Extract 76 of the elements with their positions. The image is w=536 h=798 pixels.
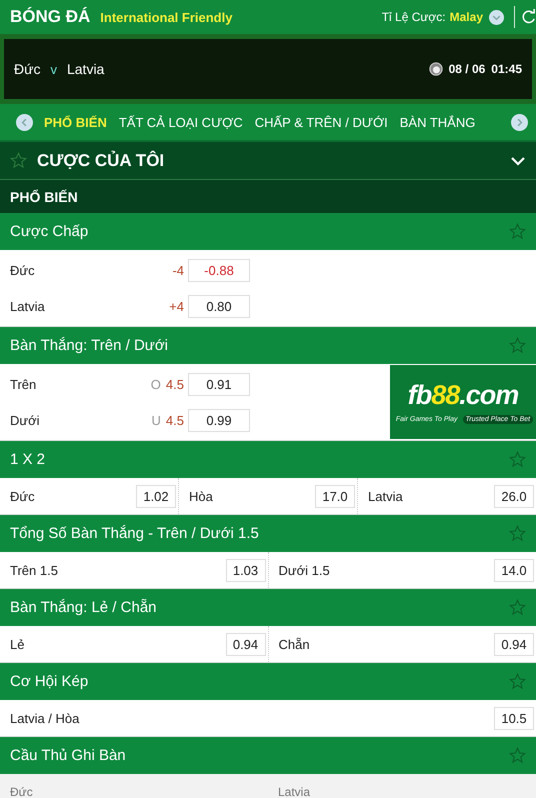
selection-name: Latvia / Hòa — [10, 710, 80, 726]
market-tab[interactable]: TẤT CẢ LOẠI CƯỢC — [114, 114, 248, 130]
market-title: 1 X 2 — [10, 451, 46, 468]
scroll-left-icon[interactable] — [16, 114, 33, 130]
handicap-line: -4 — [172, 262, 184, 278]
market-title: Cược Chấp — [10, 223, 88, 240]
market-tab[interactable]: CHẤP & TRÊN / DƯỚI — [250, 114, 393, 130]
odds-button[interactable]: -0.88 — [188, 258, 250, 282]
star-icon[interactable] — [509, 223, 526, 240]
scroll-right-icon[interactable] — [511, 114, 528, 130]
star-icon[interactable] — [509, 451, 526, 468]
away-team: Latvia — [66, 61, 104, 77]
odds-button[interactable]: 14.0 — [494, 558, 534, 582]
selection-name: Trên — [10, 376, 38, 392]
market-tab[interactable]: BÀN THẮNG — [394, 114, 480, 130]
selection-name: Latvia — [368, 488, 403, 504]
odds-button[interactable]: 1.03 — [226, 558, 266, 582]
versus-label: v — [50, 62, 57, 76]
selection-name: Hòa — [189, 488, 213, 504]
odds-label: Tỉ Lệ Cược: — [382, 10, 446, 24]
market-header[interactable]: Cầu Thủ Ghi Bàn — [0, 737, 536, 774]
sport-title: BÓNG ĐÁ — [10, 7, 90, 27]
star-icon[interactable] — [509, 599, 526, 616]
star-icon[interactable] — [509, 747, 526, 764]
match-time: 01:45 — [491, 62, 522, 76]
selection-name: Đức — [10, 262, 36, 278]
dropdown-icon[interactable] — [489, 10, 504, 24]
column-header: Đức — [10, 785, 33, 798]
odds-button[interactable]: 0.94 — [226, 632, 266, 656]
selection-name: Lẻ — [10, 636, 24, 652]
line-prefix: U — [152, 412, 161, 428]
star-icon[interactable] — [509, 673, 526, 690]
section-header: PHỔ BIẾN — [0, 180, 536, 213]
market-title: Tổng Số Bàn Thắng - Trên / Dưới 1.5 — [10, 525, 259, 542]
odds-button[interactable]: 0.99 — [188, 408, 250, 432]
odds-button[interactable]: 1.02 — [136, 484, 176, 508]
odds-button[interactable]: 10.5 — [494, 706, 534, 730]
market-header[interactable]: Cơ Hội Kép — [0, 663, 536, 700]
line-prefix: O — [150, 376, 161, 392]
column-header: Latvia — [278, 785, 310, 798]
clock-icon — [428, 62, 443, 76]
selection-name: Trên 1.5 — [10, 562, 58, 578]
selection-name: Chẵn — [278, 636, 310, 652]
odds-button[interactable]: 0.94 — [494, 632, 534, 656]
market-header[interactable]: 1 X 2 — [0, 441, 536, 478]
my-bets-title: CƯỢC CỦA TÔI — [37, 150, 164, 170]
handicap-line: +4 — [169, 298, 184, 314]
market-title: Cơ Hội Kép — [10, 673, 88, 690]
market-tab[interactable]: PHỔ BIẾN — [39, 114, 112, 130]
market-header[interactable]: Tổng Số Bàn Thắng - Trên / Dưới 1.5 — [0, 515, 536, 552]
odds-button[interactable]: 0.80 — [188, 294, 250, 318]
star-icon[interactable] — [509, 337, 526, 354]
selection-name: Đức — [10, 488, 35, 504]
odds-button[interactable]: 26.0 — [494, 484, 534, 508]
market-header[interactable]: Bàn Thắng: Lẻ / Chẵn — [0, 589, 536, 626]
star-icon[interactable] — [509, 525, 526, 542]
market-title: Bàn Thắng: Trên / Dưới — [10, 337, 168, 354]
my-bets-bar[interactable]: CƯỢC CỦA TÔI — [0, 142, 536, 180]
market-title: Bàn Thắng: Lẻ / Chẵn — [10, 599, 156, 616]
banner-logo: fb88.com — [408, 380, 518, 411]
selection-name: Dưới — [10, 412, 41, 428]
selection-name: Latvia — [10, 298, 46, 314]
market-header[interactable]: Bàn Thắng: Trên / Dưới — [0, 327, 536, 364]
match-date: 08 / 06 — [448, 62, 486, 76]
refresh-icon[interactable] — [521, 8, 536, 26]
odds-type[interactable]: Malay — [450, 10, 483, 24]
handicap-line: 4.5 — [166, 412, 184, 428]
star-icon[interactable] — [10, 152, 27, 169]
league-name: International Friendly — [100, 10, 232, 24]
market-title: Cầu Thủ Ghi Bàn — [10, 747, 126, 764]
selection-name: Dưới 1.5 — [278, 562, 330, 578]
odds-button[interactable]: 17.0 — [315, 484, 355, 508]
market-header[interactable]: Cược Chấp — [0, 213, 536, 250]
home-team: Đức — [14, 61, 40, 77]
handicap-line: 4.5 — [166, 376, 184, 392]
odds-button[interactable]: 0.91 — [188, 372, 250, 396]
